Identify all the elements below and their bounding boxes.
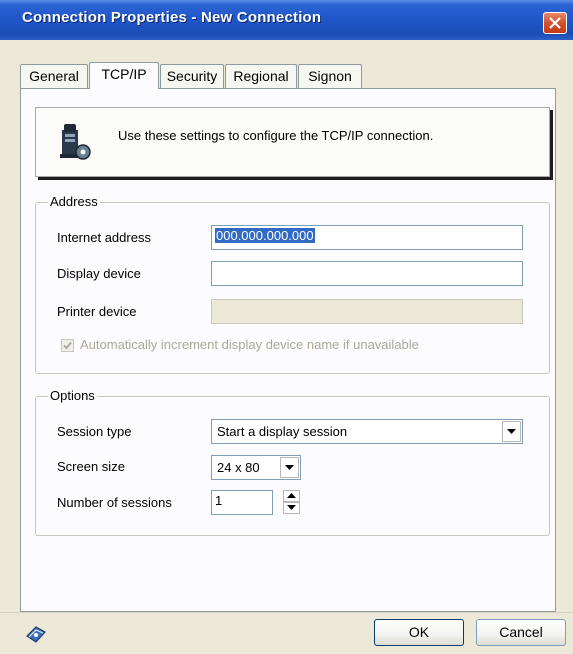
arrow-down-icon [287, 505, 296, 510]
screen-size-dropdown-button[interactable] [280, 457, 299, 478]
address-group-label: Address [48, 194, 100, 209]
internet-address-label: Internet address [57, 230, 151, 245]
chevron-down-icon [507, 429, 516, 434]
screen-size-value: 24 x 80 [217, 460, 260, 475]
session-type-value: Start a display session [217, 424, 348, 439]
close-button[interactable] [543, 12, 567, 34]
printer-device-input[interactable] [211, 299, 523, 324]
arrow-up-icon [287, 493, 296, 498]
tab-security[interactable]: Security [160, 64, 224, 88]
tab-tcpip[interactable]: TCP/IP [89, 62, 159, 89]
footer-separator [0, 612, 573, 613]
help-book-icon[interactable] [24, 622, 48, 646]
cancel-button[interactable]: Cancel [476, 619, 566, 646]
session-type-dropdown-button[interactable] [502, 421, 521, 442]
num-sessions-input[interactable]: 1 [211, 490, 273, 515]
info-text: Use these settings to configure the TCP/… [118, 128, 434, 143]
internet-address-input[interactable]: 000.000.000.000 [211, 225, 523, 250]
window-title: Connection Properties - New Connection [22, 9, 322, 26]
tab-regional[interactable]: Regional [225, 64, 297, 88]
num-sessions-label: Number of sessions [57, 495, 172, 510]
ok-button[interactable]: OK [374, 619, 464, 646]
info-banner: Use these settings to configure the TCP/… [35, 107, 550, 177]
auto-increment-checkbox[interactable] [61, 339, 74, 352]
display-device-input[interactable] [211, 261, 523, 286]
options-group-label: Options [48, 388, 97, 403]
auto-increment-label: Automatically increment display device n… [80, 337, 419, 352]
chevron-down-icon [285, 465, 294, 470]
num-sessions-spin-up[interactable] [283, 490, 300, 502]
internet-address-value: 000.000.000.000 [215, 228, 315, 243]
session-type-label: Session type [57, 424, 132, 439]
computer-gear-icon [60, 124, 91, 160]
screen-size-label: Screen size [57, 459, 125, 474]
checkmark-icon [63, 341, 72, 350]
screen-size-select[interactable]: 24 x 80 [211, 455, 301, 480]
tab-signon[interactable]: Signon [298, 64, 362, 88]
tab-general[interactable]: General [20, 64, 88, 88]
printer-device-label: Printer device [57, 304, 137, 319]
num-sessions-spin-down[interactable] [283, 502, 300, 514]
display-device-label: Display device [57, 266, 141, 281]
title-bar: Connection Properties - New Connection [0, 0, 573, 40]
session-type-select[interactable]: Start a display session [211, 419, 523, 444]
close-icon [549, 17, 561, 29]
